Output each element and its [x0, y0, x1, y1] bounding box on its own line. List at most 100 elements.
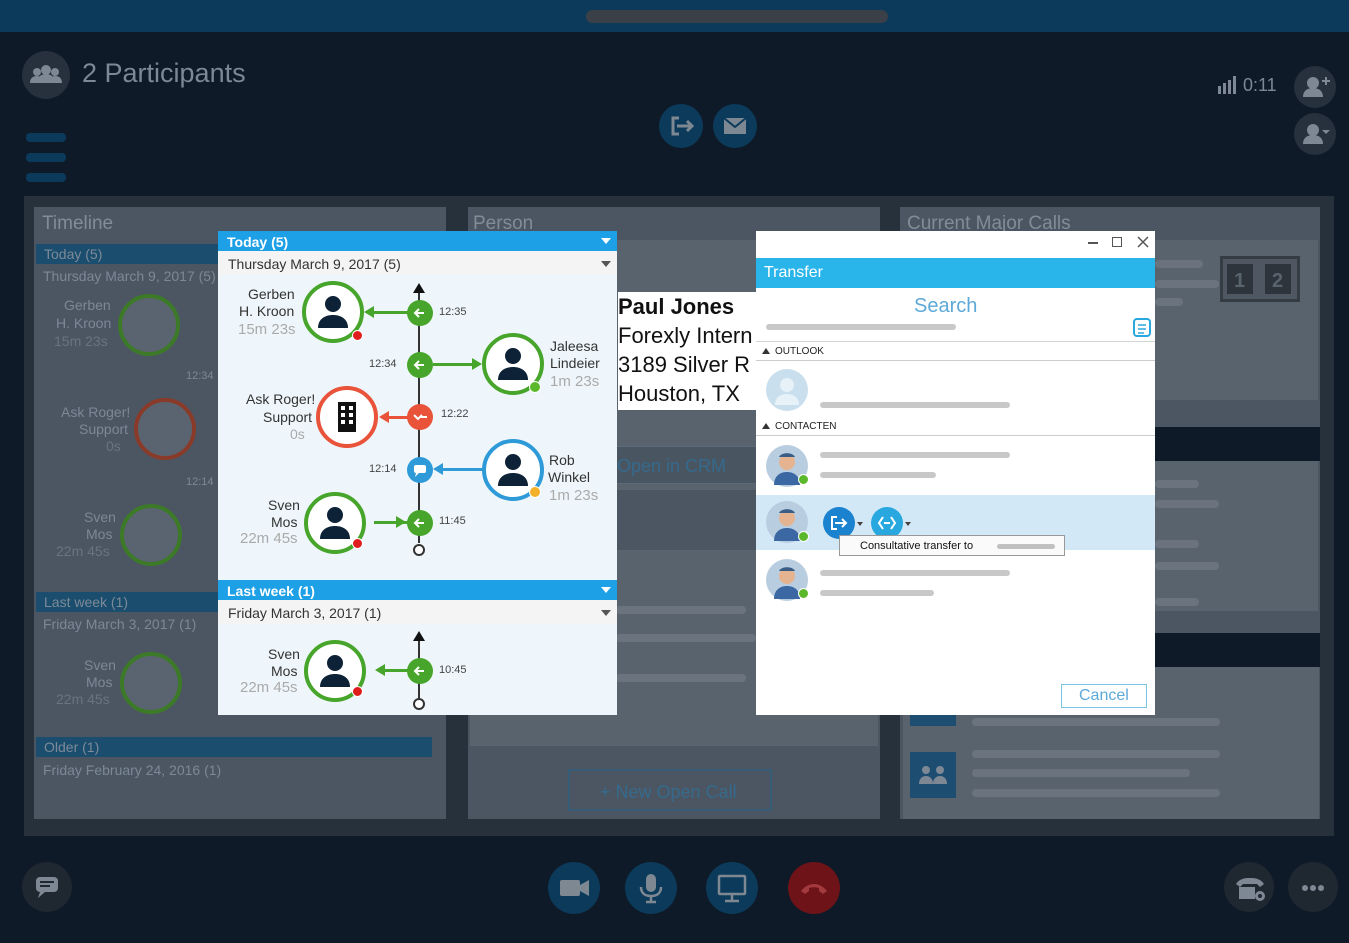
bg-today-date: Thursday March 9, 2017 (5) — [43, 268, 216, 284]
person-info: Paul Jones Forexly Intern 3189 Silver R … — [618, 292, 756, 410]
bg-dashboard-icon: 12 — [1220, 256, 1300, 302]
cancel-label: Cancel — [1079, 687, 1129, 704]
bg-today-label: Today (5) — [44, 246, 103, 262]
microphone-button[interactable] — [625, 862, 677, 914]
bg-bar — [972, 718, 1220, 726]
bg-calls-bars — [1155, 298, 1183, 306]
bg-entry-2-name2: Support — [79, 421, 129, 437]
call-timer: 0:11 — [1243, 75, 1277, 95]
section-collapse-icon[interactable] — [762, 348, 770, 354]
incoming-call-icon — [407, 510, 433, 536]
lastweek-collapse-icon[interactable] — [601, 587, 611, 593]
close-icon[interactable] — [1136, 235, 1150, 249]
bg-entry-3-name1: Sven — [84, 509, 116, 525]
signal-strength-icon — [1218, 76, 1240, 94]
bg-calls-bars — [1155, 280, 1219, 288]
timeline-end-marker — [413, 698, 425, 710]
event-name: Winkel — [548, 469, 591, 485]
bg-new-open-call-button[interactable]: + New Open Call — [568, 769, 772, 811]
bg-older-header: Older (1) — [36, 737, 432, 757]
transfer-title: Transfer — [764, 264, 823, 281]
bg-lastweek-name1: Sven — [84, 657, 116, 673]
minimize-icon[interactable] — [1088, 242, 1098, 244]
call-arrow — [433, 363, 473, 366]
transfer-dialog: Transfer Search OUTLOOK CONTACTEN Consul… — [756, 231, 1155, 715]
event-duration: 22m 45s — [240, 530, 298, 547]
contact-row-selected[interactable]: Consultative transfer to — [756, 495, 1155, 556]
contact-row[interactable] — [756, 551, 1155, 609]
placeholder-bar — [820, 590, 934, 596]
cancel-button[interactable]: Cancel — [1061, 684, 1147, 708]
maximize-icon[interactable] — [1112, 237, 1122, 247]
today-header[interactable]: Today (5) — [218, 231, 617, 251]
bg-bar — [972, 789, 1220, 797]
today-date: Thursday March 9, 2017 (5) — [228, 256, 401, 272]
search-input[interactable]: Search — [756, 292, 1155, 342]
person-address: 3189 Silver R — [618, 352, 751, 377]
bg-entry-3-dur: 22m 45s — [56, 543, 110, 559]
event-time: 12:22 — [441, 408, 469, 420]
date-collapse-icon[interactable] — [601, 610, 611, 616]
contact-menu-icon[interactable] — [1294, 113, 1336, 155]
participants-icon[interactable] — [22, 51, 70, 99]
date-collapse-icon[interactable] — [601, 261, 611, 267]
transfer-call-icon[interactable] — [659, 104, 703, 148]
lastweek-header[interactable]: Last week (1) — [218, 580, 617, 600]
contact-row[interactable] — [756, 362, 1155, 417]
section-collapse-icon[interactable] — [762, 423, 770, 429]
bg-older-label: Older (1) — [44, 739, 100, 755]
event-name: Lindeier — [550, 355, 600, 371]
bg-avatar-sven-2 — [120, 652, 182, 714]
event-time: 12:14 — [369, 463, 397, 475]
bg-avatar-gerben — [118, 294, 180, 356]
email-icon[interactable] — [713, 104, 757, 148]
section-outlook-label: OUTLOOK — [775, 346, 824, 357]
placeholder-bar — [820, 472, 936, 478]
menu-icon[interactable] — [26, 133, 66, 185]
contact-row[interactable] — [756, 437, 1155, 494]
chat-message-icon — [407, 457, 433, 483]
today-collapse-icon[interactable] — [601, 238, 611, 244]
add-participant-icon[interactable] — [1294, 66, 1336, 108]
placeholder-bar — [820, 452, 1010, 458]
more-options-icon[interactable] — [1288, 862, 1338, 912]
call-arrow — [388, 416, 408, 419]
event-name: Gerben — [248, 286, 295, 302]
presence-available-icon — [798, 474, 809, 485]
lastweek-date-row[interactable]: Friday March 3, 2017 (1) — [218, 600, 617, 624]
dialpad-settings-icon[interactable] — [1224, 862, 1274, 912]
event-name: Ask Roger! — [246, 391, 316, 407]
window-drag-handle[interactable] — [586, 10, 888, 23]
event-name: Mos — [271, 663, 298, 679]
bg-timeline-title: Timeline — [42, 213, 114, 234]
event-name: Support — [263, 409, 313, 425]
video-button[interactable] — [548, 862, 600, 914]
chevron-down-icon[interactable] — [857, 522, 863, 526]
bg-lastweek-name2: Mos — [86, 674, 113, 690]
outgoing-call-icon — [407, 352, 433, 378]
contact-placeholder-avatar — [766, 369, 808, 411]
event-name: Jaleesa — [550, 338, 599, 354]
contact-book-icon[interactable] — [1132, 316, 1152, 338]
share-screen-button[interactable] — [706, 862, 758, 914]
person-company: Forexly Intern — [618, 323, 753, 348]
call-arrow-head — [364, 306, 374, 318]
avatar-support[interactable] — [316, 386, 378, 448]
section-contacts[interactable]: CONTACTEN — [756, 418, 1155, 436]
section-outlook[interactable]: OUTLOOK — [756, 343, 1155, 361]
timeline-end-marker — [413, 544, 425, 556]
event-name: Sven — [268, 497, 300, 513]
chat-icon[interactable] — [22, 862, 72, 912]
today-date-row[interactable]: Thursday March 9, 2017 (5) — [218, 251, 617, 275]
end-call-button[interactable] — [788, 862, 840, 914]
bg-lastweek-label: Last week (1) — [44, 594, 129, 610]
call-arrow — [384, 669, 408, 672]
bg-open-crm-label: Open in CRM — [617, 456, 727, 476]
bg-entry-2-dur: 0s — [106, 438, 121, 454]
bg-open-crm-button[interactable]: Open in CRM — [600, 446, 758, 484]
presence-busy-icon — [352, 538, 363, 549]
bg-lastweek-header: Last week (1) — [36, 592, 220, 612]
presence-away-icon — [529, 486, 541, 498]
bg-bar — [616, 674, 746, 682]
chevron-down-icon[interactable] — [905, 522, 911, 526]
